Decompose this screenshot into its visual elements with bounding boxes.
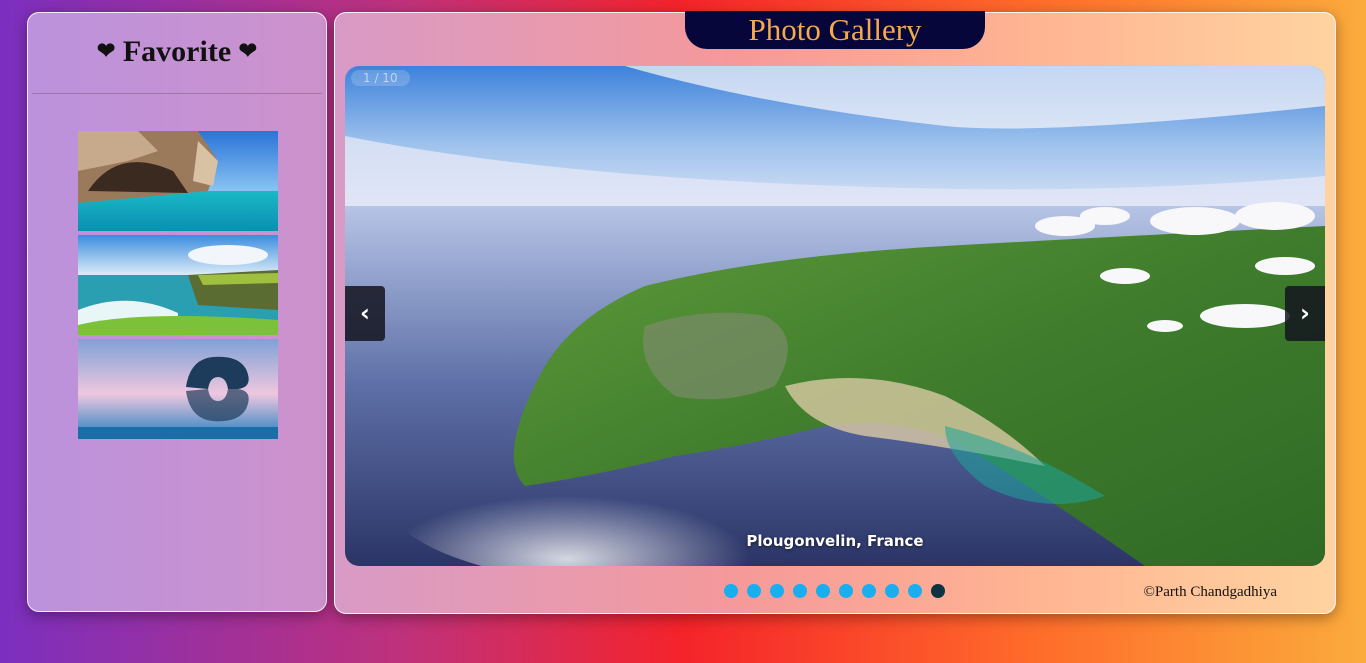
gallery-title-tab: Photo Gallery xyxy=(685,11,985,49)
slide-dot[interactable] xyxy=(747,584,761,598)
slide-image: 1 / 10 Plougonvelin, France ‹ › xyxy=(345,66,1325,566)
favorite-thumbnail-sea-cave[interactable] xyxy=(78,131,278,231)
next-slide-button[interactable]: › xyxy=(1285,286,1325,341)
chevron-right-icon: › xyxy=(1300,299,1310,327)
slide-dot[interactable] xyxy=(793,584,807,598)
slide-dot[interactable] xyxy=(770,584,784,598)
favorites-title: Favorite xyxy=(122,35,232,68)
slide-dot[interactable] xyxy=(908,584,922,598)
slide-dot[interactable] xyxy=(885,584,899,598)
slide-dot[interactable] xyxy=(724,584,738,598)
slide-caption: Plougonvelin, France xyxy=(746,532,924,550)
favorites-heading: ❤ Favorite ❤ xyxy=(28,35,326,69)
heart-icon: ❤ xyxy=(96,38,116,63)
photo-gallery-panel: Photo Gallery 1 / 10 Plougonvelin, Franc… xyxy=(334,11,1336,614)
slide-indicators xyxy=(724,584,945,598)
chevron-left-icon: ‹ xyxy=(360,299,370,327)
copyright-text: ©Parth Chandgadhiya xyxy=(1143,584,1277,600)
slide-dot[interactable] xyxy=(839,584,853,598)
slide-dot[interactable] xyxy=(862,584,876,598)
gallery-title: Photo Gallery xyxy=(748,12,922,47)
previous-slide-button[interactable]: ‹ xyxy=(345,286,385,341)
favorite-thumbnail-rock-in-lake[interactable] xyxy=(78,339,278,439)
slide-counter: 1 / 10 xyxy=(351,70,410,86)
heart-icon: ❤ xyxy=(238,38,258,63)
divider xyxy=(32,93,322,94)
favorite-thumbnail-coastal-waves[interactable] xyxy=(78,235,278,335)
favorites-panel: ❤ Favorite ❤ xyxy=(27,12,327,612)
slide-dot[interactable] xyxy=(816,584,830,598)
slide-dot-active[interactable] xyxy=(931,584,945,598)
